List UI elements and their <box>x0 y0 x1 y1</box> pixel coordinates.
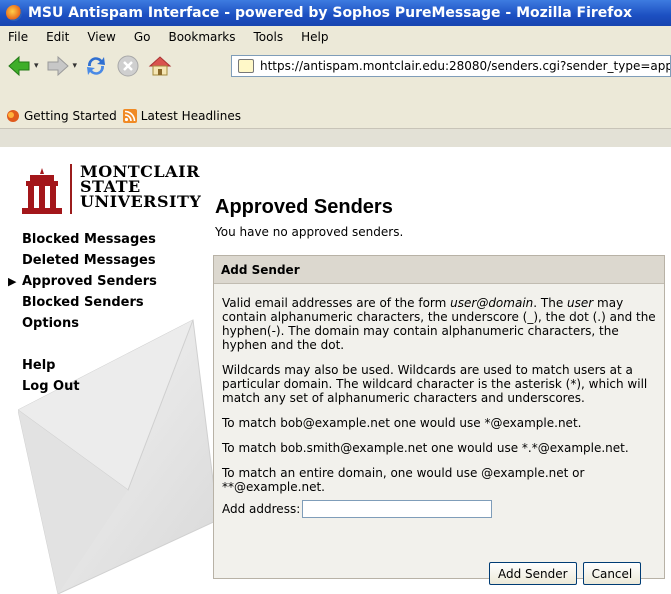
url-text: https://antispam.montclair.edu:28080/sen… <box>260 59 671 73</box>
bookmark-label: Getting Started <box>24 109 117 123</box>
forward-button[interactable] <box>45 53 71 79</box>
nav-logout[interactable]: Log Out <box>22 376 157 397</box>
home-icon <box>148 56 172 76</box>
firefox-bookmark-icon <box>7 110 19 122</box>
window-title: MSU Antispam Interface - powered by Soph… <box>28 5 633 21</box>
home-button[interactable] <box>147 53 173 79</box>
page-header-strip <box>0 129 671 147</box>
add-sender-panel: Add Sender Valid email addresses are of … <box>213 255 665 579</box>
bookmark-getting-started[interactable]: Getting Started <box>6 109 117 123</box>
nav-options[interactable]: Options <box>22 313 157 334</box>
nav-blocked-messages[interactable]: Blocked Messages <box>22 229 157 250</box>
menu-bookmarks[interactable]: Bookmarks <box>168 30 235 44</box>
form-buttons: Add Sender Cancel <box>489 562 647 585</box>
forward-arrow-icon <box>47 55 69 77</box>
add-address-input[interactable] <box>302 500 493 518</box>
university-seal-icon <box>22 168 62 214</box>
page-title: Approved Senders <box>215 196 393 218</box>
help-paragraph-example-1: To match bob@example.net one would use *… <box>222 416 582 430</box>
panel-title: Add Sender <box>214 256 664 284</box>
menu-bar: File Edit View Go Bookmarks Tools Help <box>0 26 671 48</box>
sidebar-nav: Blocked Messages Deleted Messages ▶ Appr… <box>8 229 157 397</box>
bookmark-latest-headlines[interactable]: Latest Headlines <box>122 109 241 123</box>
rss-feed-icon <box>122 109 137 123</box>
menu-view[interactable]: View <box>87 30 115 44</box>
navigation-toolbar: ▾ ▾ https://antispam.montclair.edu:28080… <box>0 48 671 85</box>
panel-body: Valid email addresses are of the form us… <box>214 284 664 518</box>
nav-blocked-senders[interactable]: Blocked Senders <box>22 292 157 313</box>
menu-go[interactable]: Go <box>134 30 151 44</box>
nav-approved-senders: Approved Senders <box>22 274 157 289</box>
add-address-row: Add address: <box>222 500 656 518</box>
window-title-bar: MSU Antispam Interface - powered by Soph… <box>0 0 671 26</box>
university-logo: MONTCLAIR STATE UNIVERSITY <box>22 164 201 224</box>
active-arrow-icon: ▶ <box>8 275 17 288</box>
add-address-label: Add address: <box>222 502 301 516</box>
help-paragraph-wildcards: Wildcards may also be used. Wildcards ar… <box>222 363 648 405</box>
nav-approved-senders-item[interactable]: ▶ Approved Senders <box>8 271 157 292</box>
menu-file[interactable]: File <box>8 30 28 44</box>
bookmark-label: Latest Headlines <box>140 109 241 123</box>
nav-deleted-messages[interactable]: Deleted Messages <box>22 250 157 271</box>
help-paragraph-format: Valid email addresses are of the form us… <box>222 296 656 352</box>
add-sender-button[interactable]: Add Sender <box>489 562 577 585</box>
reload-button[interactable] <box>83 53 109 79</box>
menu-tools[interactable]: Tools <box>254 30 284 44</box>
stop-button[interactable] <box>115 53 141 79</box>
cancel-button[interactable]: Cancel <box>582 562 642 585</box>
back-arrow-icon <box>8 55 30 77</box>
status-message: You have no approved senders. <box>215 225 404 239</box>
nav-help[interactable]: Help <box>22 355 157 376</box>
menu-edit[interactable]: Edit <box>46 30 69 44</box>
help-paragraph-example-3: To match an entire domain, one would use… <box>222 466 585 494</box>
stop-icon <box>117 55 139 77</box>
help-paragraph-example-2: To match bob.smith@example.net one would… <box>222 441 629 455</box>
forward-dropdown-icon[interactable]: ▾ <box>73 61 78 71</box>
page-icon <box>238 59 254 73</box>
back-dropdown-icon[interactable]: ▾ <box>34 61 39 71</box>
menu-help[interactable]: Help <box>301 30 328 44</box>
reload-icon <box>87 57 106 75</box>
bookmarks-toolbar: Getting Started Latest Headlines <box>0 84 671 129</box>
url-bar[interactable]: https://antispam.montclair.edu:28080/sen… <box>231 55 671 77</box>
logo-text: MONTCLAIR STATE UNIVERSITY <box>80 162 202 211</box>
firefox-icon <box>6 5 22 21</box>
back-button[interactable] <box>6 53 32 79</box>
